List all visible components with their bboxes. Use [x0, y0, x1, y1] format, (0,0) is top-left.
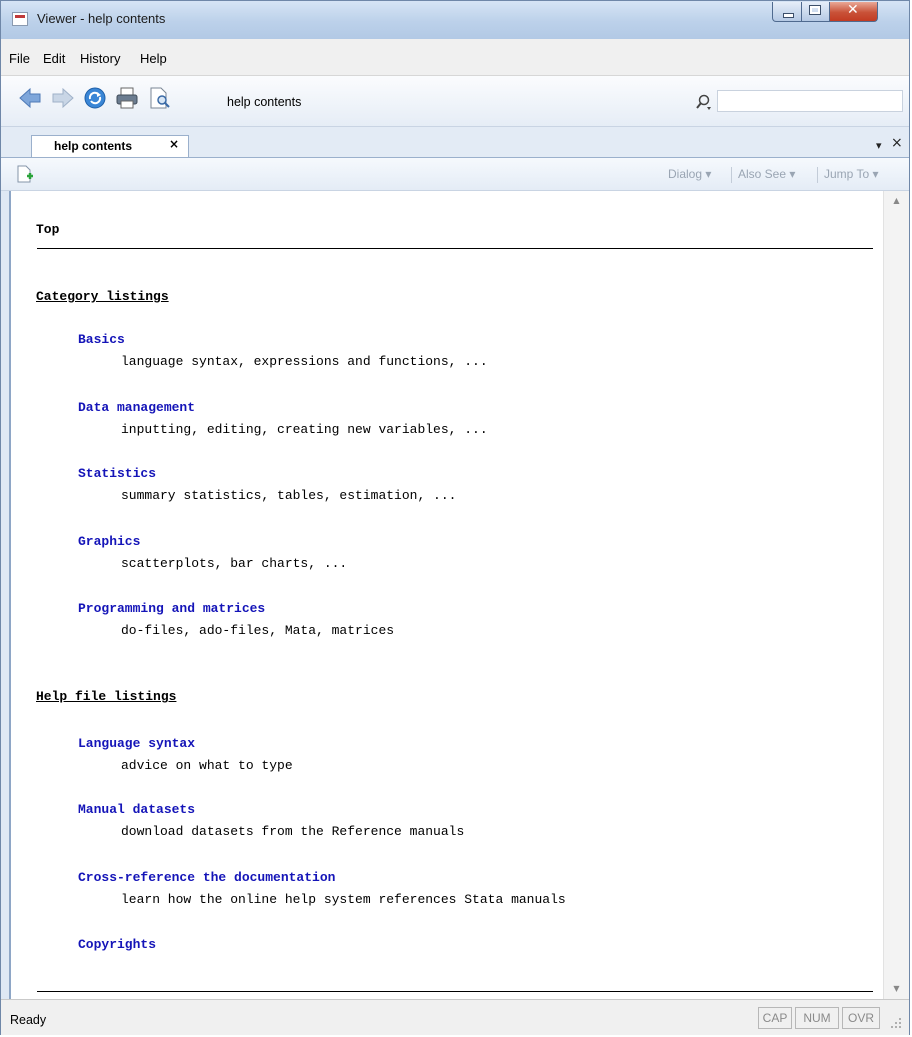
- menu-edit[interactable]: Edit: [43, 51, 65, 66]
- tab-help-contents[interactable]: help contents ×: [31, 135, 189, 157]
- resize-grip-icon[interactable]: [889, 1016, 903, 1030]
- link-programming-and-matrices[interactable]: Programming and matrices: [78, 601, 265, 616]
- vertical-scrollbar[interactable]: ▲ ▼: [883, 191, 909, 999]
- find-icon[interactable]: [694, 93, 714, 113]
- forward-arrow-icon[interactable]: [51, 86, 75, 110]
- new-viewer-icon[interactable]: [16, 165, 34, 183]
- title-bar[interactable]: Viewer - help contents: [1, 1, 909, 39]
- overwrite-indicator: OVR: [842, 1007, 880, 1029]
- link-basics[interactable]: Basics: [78, 332, 125, 347]
- link-description: scatterplots, bar charts, ...: [121, 556, 348, 571]
- link-description: advice on what to type: [121, 758, 293, 773]
- menu-history[interactable]: History: [80, 51, 120, 66]
- window-title: Viewer - help contents: [37, 11, 166, 26]
- app-icon[interactable]: [12, 12, 28, 26]
- refresh-icon[interactable]: [83, 86, 107, 110]
- search-help-icon[interactable]: [147, 86, 171, 110]
- link-description: language syntax, expressions and functio…: [121, 354, 488, 369]
- toolbar-separator: [817, 167, 818, 183]
- num-lock-indicator: NUM: [795, 1007, 839, 1029]
- close-button[interactable]: [830, 2, 878, 22]
- also-see-dropdown[interactable]: Also See ▾: [738, 167, 795, 181]
- scroll-up-arrow-icon[interactable]: ▲: [884, 191, 909, 211]
- link-language-syntax[interactable]: Language syntax: [78, 736, 195, 751]
- category-listings-heading: Category listings: [36, 289, 169, 304]
- status-bar: Ready CAP NUM OVR: [1, 999, 909, 1035]
- link-description: summary statistics, tables, estimation, …: [121, 488, 457, 503]
- toolbar: [1, 76, 909, 127]
- jump-to-dropdown[interactable]: Jump To ▾: [824, 167, 879, 181]
- link-copyrights[interactable]: Copyrights: [78, 937, 156, 952]
- status-text: Ready: [10, 1013, 47, 1027]
- divider: [37, 248, 873, 249]
- dialog-dropdown[interactable]: Dialog ▾: [668, 167, 711, 181]
- link-description: inputting, editing, creating new variabl…: [121, 422, 488, 437]
- help-file-listings-heading: Help file listings: [36, 689, 177, 704]
- print-icon[interactable]: [115, 86, 139, 110]
- tab-list-icon[interactable]: ▾: [876, 139, 882, 152]
- link-data-management[interactable]: Data management: [78, 400, 195, 415]
- search-input[interactable]: [717, 90, 903, 112]
- caps-lock-indicator: CAP: [758, 1007, 792, 1029]
- link-manual-datasets[interactable]: Manual datasets: [78, 802, 195, 817]
- divider: [37, 991, 873, 992]
- link-cross-reference[interactable]: Cross-reference the documentation: [78, 870, 335, 885]
- scroll-down-arrow-icon[interactable]: ▼: [884, 979, 909, 999]
- minimize-button[interactable]: [772, 2, 802, 22]
- maximize-button[interactable]: [802, 2, 830, 22]
- top-heading: Top: [36, 222, 60, 237]
- viewer-subtoolbar: Dialog ▾ Also See ▾ Jump To ▾: [1, 158, 909, 191]
- help-content: Top Category listings Basics language sy…: [9, 191, 883, 999]
- address-input[interactable]: [223, 92, 661, 112]
- tab-label: help contents: [54, 139, 133, 153]
- menu-file[interactable]: File: [9, 51, 30, 66]
- back-arrow-icon[interactable]: [18, 86, 42, 110]
- pane-close-icon[interactable]: ×: [891, 135, 903, 151]
- toolbar-separator: [731, 167, 732, 183]
- menu-bar: File Edit History Help: [1, 39, 909, 76]
- tab-bar: help contents × ▾ ×: [1, 127, 909, 158]
- link-description: download datasets from the Reference man…: [121, 824, 465, 839]
- link-graphics[interactable]: Graphics: [78, 534, 140, 549]
- menu-help[interactable]: Help: [140, 51, 167, 66]
- link-statistics[interactable]: Statistics: [78, 466, 156, 481]
- tab-close-icon[interactable]: ×: [169, 137, 179, 151]
- link-description: learn how the online help system referen…: [121, 892, 566, 907]
- viewer-window: Viewer - help contents File Edit History…: [0, 0, 910, 1035]
- link-description: do-files, ado-files, Mata, matrices: [121, 623, 395, 638]
